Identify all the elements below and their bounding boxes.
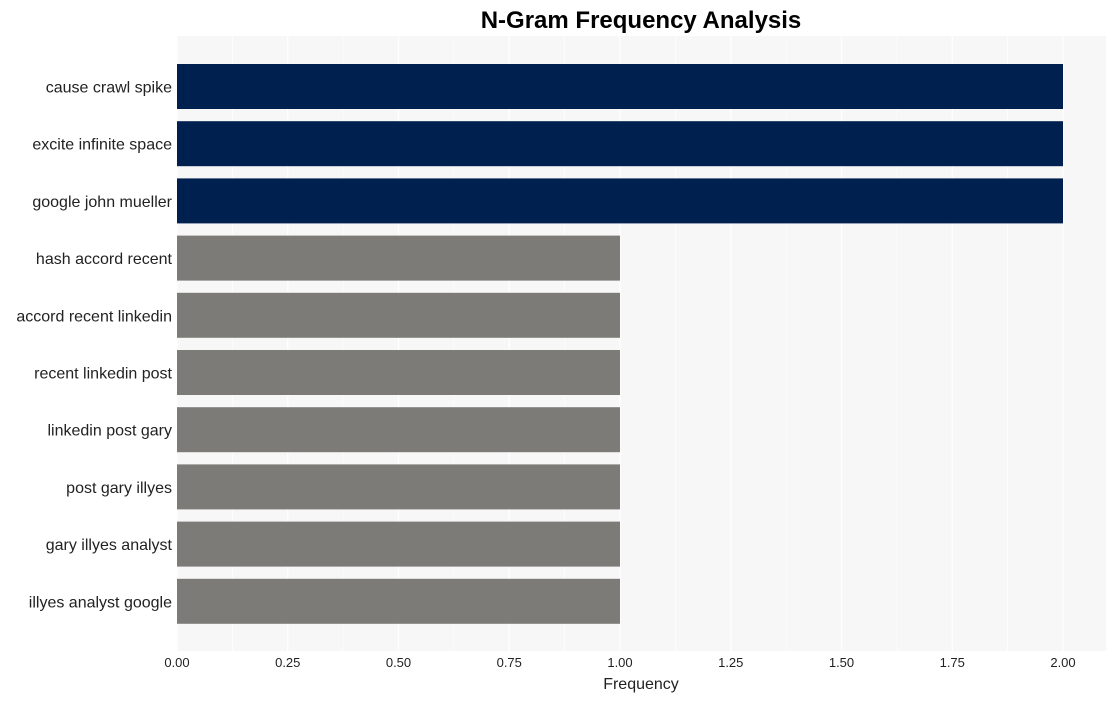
y-tick-label: hash accord recent xyxy=(36,251,173,268)
bar-linkedin-post-gary xyxy=(177,407,620,453)
y-tick-label: google john mueller xyxy=(32,194,172,211)
bar-hash-accord-recent xyxy=(177,235,620,281)
x-tick-label: 0.00 xyxy=(164,655,189,670)
bar-excite-infinite-space xyxy=(177,121,1063,167)
bar-gary-illyes-analyst xyxy=(177,521,620,567)
x-tick-label: 0.50 xyxy=(386,655,411,670)
x-tick-label: 1.75 xyxy=(940,655,965,670)
bar-cause-crawl-spike xyxy=(177,64,1063,109)
x-tick-label: 1.50 xyxy=(829,655,854,670)
x-tick-label: 0.25 xyxy=(275,655,300,670)
x-axis-label: Frequency xyxy=(603,676,679,693)
y-tick-label: excite infinite space xyxy=(32,137,172,154)
x-axis-ticks: 0.00 0.25 0.50 0.75 1.00 1.25 1.50 1.75 2.00 xyxy=(164,655,1075,670)
y-tick-label: illyes analyst google xyxy=(29,594,172,611)
bar-recent-linkedin-post xyxy=(177,350,620,395)
y-tick-label: cause crawl spike xyxy=(46,80,172,97)
bar-post-gary-illyes xyxy=(177,464,620,510)
x-tick-label: 2.00 xyxy=(1050,655,1075,670)
x-tick-label: 1.25 xyxy=(718,655,743,670)
bar-illyes-analyst-google xyxy=(177,578,620,624)
x-tick-label: 1.00 xyxy=(607,655,632,670)
ngram-bar-chart: N-Gram Frequency Analysis cause crawl sp… xyxy=(16,7,1106,693)
y-tick-label: accord recent linkedin xyxy=(16,308,172,325)
bar-accord-recent-linkedin xyxy=(177,292,620,338)
y-tick-label: post gary illyes xyxy=(66,480,172,497)
x-tick-label: 0.75 xyxy=(497,655,522,670)
chart-title: N-Gram Frequency Analysis xyxy=(481,7,802,34)
y-tick-label: recent linkedin post xyxy=(34,366,172,383)
y-tick-label: gary illyes analyst xyxy=(46,537,173,554)
y-axis-labels: cause crawl spike excite infinite space go… xyxy=(16,80,172,612)
y-tick-label: linkedin post gary xyxy=(47,423,172,440)
bar-google-john-mueller xyxy=(177,178,1063,224)
